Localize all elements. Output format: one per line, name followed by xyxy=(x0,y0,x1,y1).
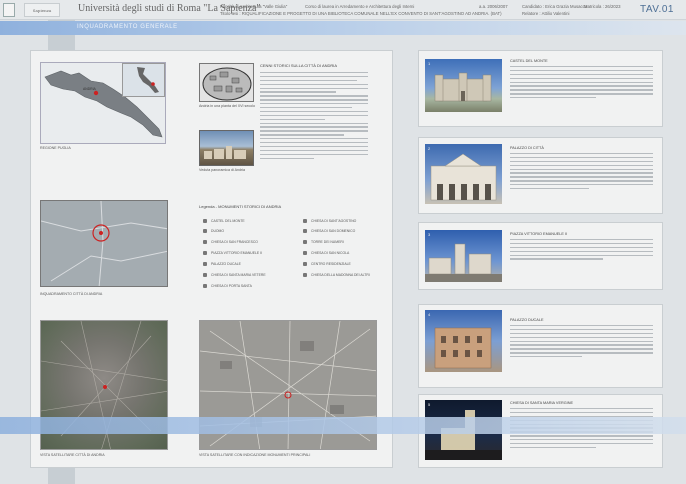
card-text-3 xyxy=(510,239,653,262)
legend-title: Legenda - MONUMENTI STORICI DI ANDRIA xyxy=(199,204,282,209)
monument-icon xyxy=(203,273,207,278)
monument-icon xyxy=(303,219,307,224)
legend-item: CHIESA DELLA MADONNA DEI ALTRI xyxy=(303,273,370,278)
italy-inset-map xyxy=(122,63,165,97)
history-title: CENNI STORICI SULLA CITTÀ DI ANDRIA xyxy=(260,63,338,68)
legend-item: DUOMO xyxy=(203,229,224,234)
legend-item: TORRE DEI NUMERI xyxy=(303,240,344,245)
legend-item: PIAZZA VITTORIO EMANUELE II xyxy=(203,251,262,256)
palazzo-ducale-photo: 4 xyxy=(425,310,502,372)
card-title-4: PALAZZO DUCALE xyxy=(510,318,544,322)
legend-item: CENTRO RESIDENZIALE xyxy=(303,262,351,267)
university-seal-icon xyxy=(3,3,15,17)
piazza-photo: 3 xyxy=(425,230,502,282)
andria-label: ANDRIA xyxy=(83,87,96,91)
card-title-3: PIAZZA VITTORIO EMANUELE II xyxy=(510,232,568,236)
card-text-4 xyxy=(510,325,653,360)
map-caption: REGIONE PUGLIA xyxy=(40,146,71,150)
monument-icon xyxy=(303,229,307,234)
legend-item: CHIESA DI SAN DOMENICO xyxy=(303,229,355,234)
monument-icon xyxy=(303,262,307,267)
location-map xyxy=(40,200,168,287)
thesis-title: Titolo tesi : RIQUALIFICAZIONE E PROGETT… xyxy=(220,11,502,16)
monument-icon xyxy=(303,240,307,245)
castel-del-monte-photo: 1 xyxy=(425,59,502,112)
sat2-caption: VISTA SATELLITARE CON INDICAZIONE MONUME… xyxy=(199,453,311,457)
card-text-2 xyxy=(510,153,653,192)
old-map-caption: Andria in una pianta del XVI secolo xyxy=(199,104,255,108)
academic-year: a.a. 2006/2007 xyxy=(479,4,508,9)
legend-item: PALAZZO DUCALE xyxy=(203,262,241,267)
monument-icon xyxy=(203,251,207,256)
legend-item: CHIESA DI PORTA SANTA xyxy=(203,284,252,289)
location-caption: INQUADRAMENTO CITTÀ DI ANDRIA xyxy=(40,292,103,296)
legend-item: CHIESA DI SAN FRANCESCO xyxy=(203,240,258,245)
city-photo-caption: Veduta panoramica di Andria xyxy=(199,168,245,172)
matricola: Matricola : 26/2023 xyxy=(584,4,621,9)
monument-icon xyxy=(203,240,207,245)
palazzo-di-citta-photo: 2 xyxy=(425,144,502,204)
legend-item: CHIESA DI SANT'AGOSTINO xyxy=(303,219,356,224)
faculty: Facoltà di Architettura "Valle Giulia" xyxy=(220,4,288,9)
candidate: Candidato : Erica Grazia Musacco xyxy=(522,4,588,9)
card-title-1: CASTEL DEL MONTE xyxy=(510,59,548,63)
faculty-logo: Sapienza xyxy=(24,3,60,17)
old-city-map xyxy=(199,63,254,102)
course: Corso di laurea in Arredamento e Archite… xyxy=(305,4,415,9)
monument-icon xyxy=(303,251,307,256)
monument-icon xyxy=(303,273,307,278)
legend-item: CHIESA DI SANTA MARIA VETERE xyxy=(203,273,266,278)
history-text xyxy=(260,72,368,161)
sat1-caption: VISTA SATELLITARE CITTÀ DI ANDRIA xyxy=(40,453,105,457)
relatore: Relatore : Attilio Valentini xyxy=(522,11,570,16)
monument-icon xyxy=(203,284,207,289)
city-panorama-photo xyxy=(199,130,254,166)
card-title-2: PALAZZO DI CITTÀ xyxy=(510,146,544,150)
card-text-1 xyxy=(510,66,653,101)
legend-item: CHIESA DI SAN NICOLA xyxy=(303,251,349,256)
monument-icon xyxy=(203,219,207,224)
legend-item: CASTEL DEL MONTE xyxy=(203,219,245,224)
monument-icon xyxy=(203,229,207,234)
header: Sapienza Università degli studi di Roma … xyxy=(0,0,686,20)
lower-accent-band xyxy=(0,417,686,434)
tav-number: TAV.01 xyxy=(640,4,674,15)
monument-icon xyxy=(203,262,207,267)
section-title: INQUADRAMENTO GENERALE xyxy=(77,24,178,30)
card-title-5: CHIESA DI SANTA MARIA VERGINE xyxy=(510,401,574,405)
